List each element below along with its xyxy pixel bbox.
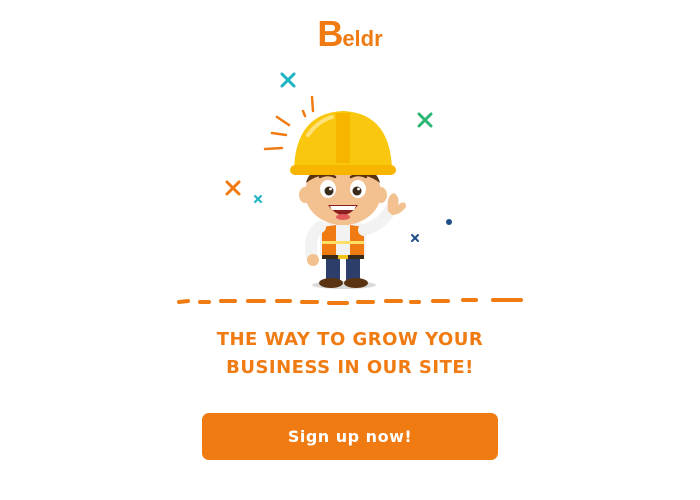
construction-worker-icon bbox=[290, 111, 406, 289]
construction-worker-illustration bbox=[177, 72, 523, 305]
brand-logo[interactable]: Beldr bbox=[0, 16, 700, 52]
brand-logo-text: eldr bbox=[342, 26, 383, 51]
brand-logo-initial: B bbox=[317, 13, 343, 54]
headline: THE WAY TO GROW YOUR BUSINESS IN OUR SIT… bbox=[216, 329, 484, 378]
sign-up-button[interactable]: Sign up now! bbox=[202, 413, 498, 460]
dashed-ground-line bbox=[177, 298, 523, 305]
